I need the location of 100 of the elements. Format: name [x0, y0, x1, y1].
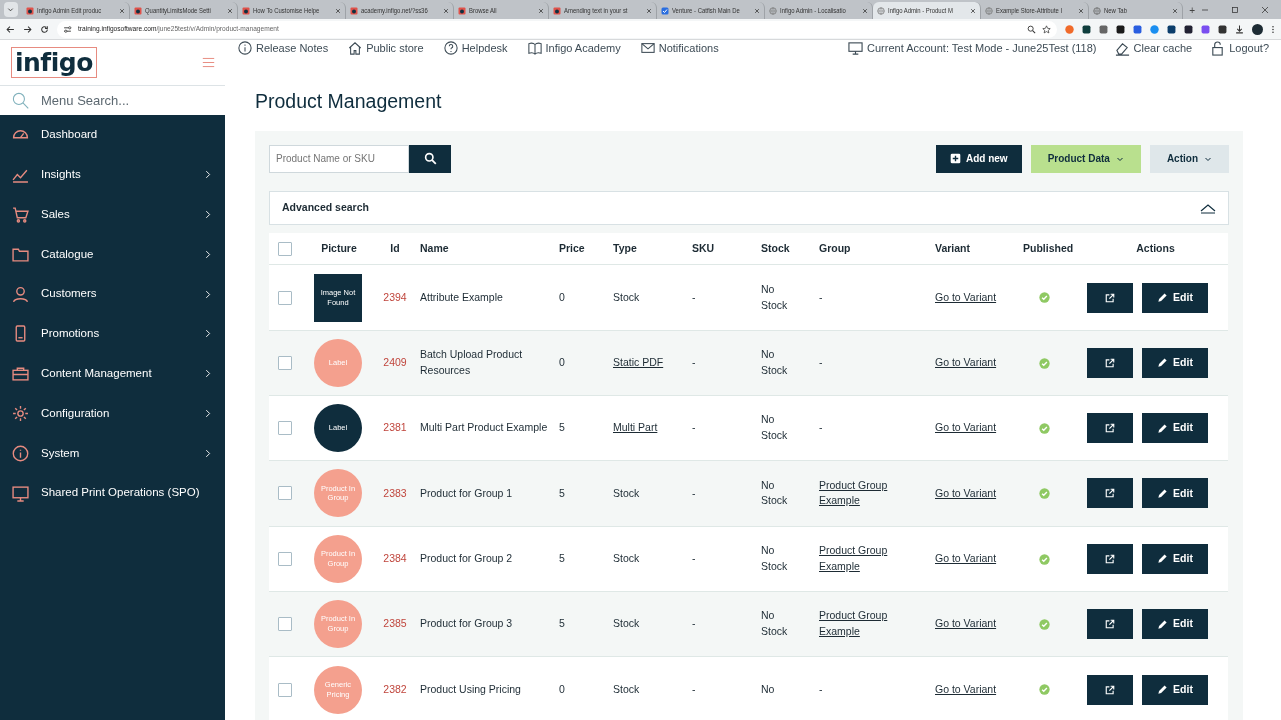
variant-link[interactable]: Go to Variant	[935, 421, 997, 434]
edit-button[interactable]: Edit	[1142, 347, 1208, 378]
edit-button[interactable]: Edit	[1142, 413, 1208, 444]
globe-icon	[984, 6, 993, 15]
row-checkbox[interactable]	[278, 355, 292, 370]
product-data-button[interactable]: Product Data	[1030, 144, 1141, 173]
open-link-button[interactable]	[1087, 543, 1133, 574]
edit-button[interactable]: Edit	[1142, 282, 1208, 313]
close-icon	[537, 7, 544, 14]
open-link-button[interactable]	[1087, 478, 1133, 509]
sidebar-item[interactable]: Content Management	[0, 353, 225, 394]
product-name: Multi Part Product Example	[420, 421, 548, 434]
header-link[interactable]: Public store	[348, 40, 424, 57]
menu-search-field[interactable]: Menu Search...	[0, 85, 225, 115]
row-checkbox[interactable]	[278, 682, 292, 697]
select-all-checkbox[interactable]	[278, 241, 292, 256]
folder-icon	[12, 245, 29, 263]
add-new-button[interactable]: Add new	[936, 144, 1022, 173]
column-header: Actions	[1136, 241, 1175, 254]
row-checkbox[interactable]	[278, 617, 292, 631]
sidebar-item[interactable]: System	[0, 433, 225, 474]
variant-link[interactable]: Go to Variant	[935, 682, 997, 695]
variant-link[interactable]: Go to Variant	[935, 617, 997, 630]
book-icon	[527, 41, 542, 56]
help-icon	[443, 41, 458, 56]
sidebar-item[interactable]: Promotions	[0, 314, 225, 354]
app-icon	[349, 6, 358, 15]
close-icon	[1172, 7, 1179, 14]
variant-link[interactable]: Go to Variant	[935, 551, 997, 564]
new-tab-button[interactable]: +	[1183, 2, 1201, 19]
logo[interactable]: infigo	[11, 47, 97, 78]
variant-link[interactable]: Go to Variant	[935, 486, 997, 499]
header-link[interactable]: Infigo Academy	[527, 40, 621, 57]
sidebar-item[interactable]: Customers	[0, 274, 225, 314]
advanced-search-toggle[interactable]: Advanced search	[269, 190, 1229, 225]
open-link-button[interactable]	[1087, 674, 1133, 705]
edit-button[interactable]: Edit	[1142, 674, 1208, 705]
product-type: Stock	[613, 682, 640, 695]
row-checkbox[interactable]	[278, 486, 292, 501]
product-price: 5	[559, 486, 565, 499]
sidebar-item[interactable]: Configuration	[0, 393, 225, 434]
product-name: Batch Upload Product Resources	[420, 348, 523, 376]
sidebar-item[interactable]: Shared Print Operations (SPO)	[0, 473, 225, 513]
external-link-icon	[1105, 357, 1115, 368]
profile-avatar-icon	[1252, 23, 1263, 35]
header-link[interactable]: Logout?	[1210, 40, 1269, 57]
product-search-field[interactable]: Product Name or SKU	[269, 144, 409, 173]
external-link-icon	[1105, 553, 1115, 564]
sidebar-item[interactable]: Dashboard	[0, 115, 225, 155]
pencil-icon	[1157, 553, 1169, 565]
open-link-button[interactable]	[1087, 347, 1133, 378]
search-button[interactable]	[409, 144, 451, 173]
edit-button[interactable]: Edit	[1142, 609, 1208, 639]
external-link-icon	[1105, 684, 1115, 695]
group-link[interactable]: Product Group Example	[819, 477, 899, 510]
product-type-link[interactable]: Static PDF	[613, 355, 664, 368]
header-link[interactable]: Current Account: Test Mode - June25Test (118)	[848, 40, 1097, 57]
header-link[interactable]: Notifications	[640, 40, 719, 57]
search-icon	[423, 152, 437, 166]
row-checkbox[interactable]	[278, 290, 292, 305]
header-link[interactable]: Clear cache	[1114, 40, 1193, 57]
menu-search-field[interactable]: Menu Search...	[39, 89, 209, 112]
sidebar-item[interactable]: Catalogue	[0, 234, 225, 275]
product-sku: -	[692, 682, 696, 695]
product-name: Product Using Pricing	[420, 682, 521, 695]
edit-button[interactable]: Edit	[1142, 543, 1208, 574]
close-icon	[118, 7, 125, 14]
tab-search-button[interactable]	[4, 2, 18, 17]
zoom-icon	[1027, 24, 1036, 34]
product-sku: -	[692, 486, 696, 499]
open-link-button[interactable]	[1087, 282, 1133, 313]
external-link-icon	[1105, 292, 1115, 303]
product-type-link[interactable]: Multi Part	[613, 421, 658, 434]
open-link-button[interactable]	[1087, 413, 1133, 444]
open-link-button[interactable]	[1087, 609, 1133, 639]
variant-link[interactable]: Go to Variant	[935, 355, 997, 368]
header-link[interactable]: Helpdesk	[443, 40, 508, 57]
pencil-icon	[1157, 684, 1169, 696]
browser-tab[interactable]: Infigo Admin - Product M	[872, 2, 981, 19]
action-button[interactable]: Action	[1149, 144, 1229, 173]
close-icon	[969, 7, 976, 14]
edit-button[interactable]: Edit	[1142, 478, 1208, 509]
pencil-icon	[1157, 292, 1169, 304]
app-icon	[241, 6, 250, 15]
group-link[interactable]: Product Group Example	[819, 608, 899, 640]
column-header: Picture	[321, 241, 357, 254]
sidebar-item[interactable]: Sales	[0, 194, 225, 235]
variant-link[interactable]: Go to Variant	[935, 290, 997, 303]
column-header: Type	[613, 241, 637, 254]
plus-icon	[950, 153, 961, 165]
product-id: 2409	[383, 355, 407, 368]
column-header: Id	[390, 241, 400, 254]
row-checkbox[interactable]	[278, 551, 292, 566]
row-checkbox[interactable]	[278, 421, 292, 436]
sidebar-item[interactable]: Insights	[0, 154, 225, 195]
lock-icon	[1210, 40, 1226, 56]
pencil-icon	[1157, 618, 1169, 630]
header-link[interactable]: Release Notes	[238, 40, 329, 57]
close-icon	[442, 7, 449, 14]
briefcase-icon	[12, 365, 29, 383]
